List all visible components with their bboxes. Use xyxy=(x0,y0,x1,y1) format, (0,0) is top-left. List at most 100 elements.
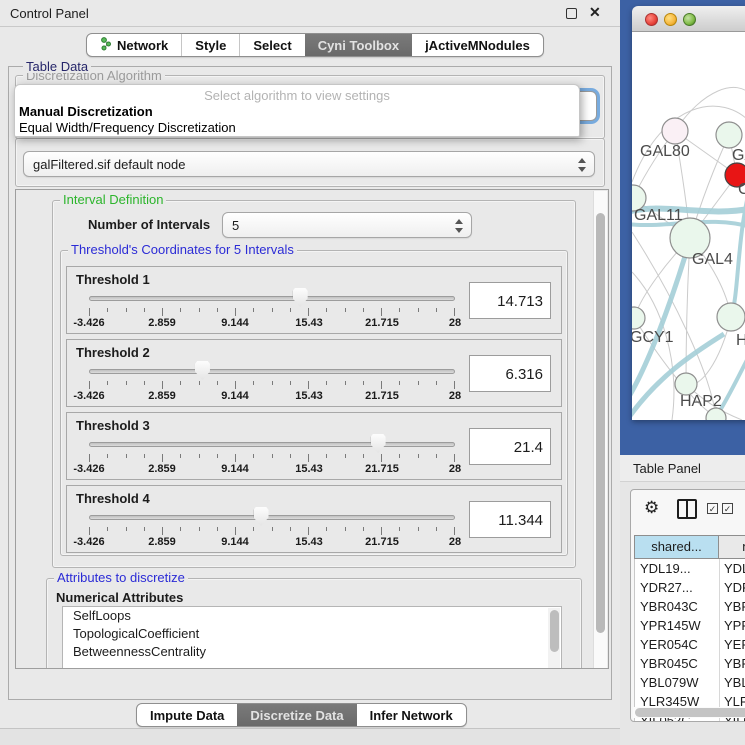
tab-infer-network[interactable]: Infer Network xyxy=(357,704,466,726)
threshold-2-slider-track[interactable] xyxy=(89,369,455,374)
interval-definition-label: Interval Definition xyxy=(60,193,166,206)
node-label-gcy1: GCY1 xyxy=(632,329,674,346)
node-label-partial-h: H xyxy=(736,332,745,349)
table-row[interactable]: YPR145WYPR1 xyxy=(635,616,745,635)
table-row[interactable]: YDR27...YDR2 xyxy=(635,578,745,597)
top-tab-bar: Network Style Select Cyni Toolbox jActiv… xyxy=(86,33,544,57)
tab-jactivemnodules[interactable]: jActiveMNodules xyxy=(412,34,543,56)
threshold-2-label: Threshold 2 xyxy=(76,345,150,360)
table-panel-title: Table Panel xyxy=(633,461,701,476)
control-panel: Control Panel ✕ Network Style Select Cyn… xyxy=(0,0,620,745)
table-data-value: galFiltered.sif default node xyxy=(33,157,185,172)
menu-item-equal-width-frequency[interactable]: Equal Width/Frequency Discretization xyxy=(19,120,236,135)
list-item[interactable]: SelfLoops xyxy=(63,607,561,625)
tab-select-label: Select xyxy=(253,38,291,53)
columns-icon[interactable] xyxy=(677,499,697,519)
threshold-3-label: Threshold 3 xyxy=(76,418,150,433)
close-icon[interactable]: ✕ xyxy=(589,4,601,21)
threshold-1-slider-thumb[interactable] xyxy=(293,288,308,307)
table-data-combobox[interactable]: galFiltered.sif default node xyxy=(23,151,595,177)
threshold-3-ticks xyxy=(89,454,455,462)
node-gal80[interactable] xyxy=(662,118,688,144)
threshold-4-panel: Threshold 4 -3.4262.8599.14415.4321.7152… xyxy=(66,485,562,553)
float-window-icon[interactable] xyxy=(566,8,577,19)
node-gcy1[interactable] xyxy=(632,307,645,329)
node-label-gal11: GAL11 xyxy=(634,207,683,224)
table-row[interactable]: YER054CYER0 xyxy=(635,635,745,654)
threshold-2-slider-thumb[interactable] xyxy=(195,361,210,380)
threshold-4-slider-thumb[interactable] xyxy=(254,507,269,526)
thresholds-group-label: Threshold's Coordinates for 5 Intervals xyxy=(68,243,297,256)
node-label-gal80: GAL80 xyxy=(640,143,690,160)
threshold-4-label: Threshold 4 xyxy=(76,491,150,506)
node-partial-top[interactable] xyxy=(716,122,742,148)
threshold-3-value-field[interactable]: 21.4 xyxy=(469,428,551,465)
tab-discretize-data[interactable]: Discretize Data xyxy=(237,704,356,726)
algorithm-dropdown-popup: Select algorithm to view settings Manual… xyxy=(14,84,580,137)
network-window-titlebar[interactable] xyxy=(632,6,745,32)
table-toolbar: ⚙ ✓ ✓ xyxy=(631,490,745,530)
minimize-traffic-light-icon[interactable] xyxy=(664,13,677,26)
close-traffic-light-icon[interactable] xyxy=(645,13,658,26)
network-view-window[interactable]: GAL80 GA C GAL11 GAL4 GCY1 H HAP2 xyxy=(632,6,745,420)
tab-jactivemnodules-label: jActiveMNodules xyxy=(425,38,530,53)
table-horizontal-scrollbar[interactable] xyxy=(633,707,745,718)
numerical-attributes-list: SelfLoops TopologicalCoefficient Between… xyxy=(62,606,562,669)
column-header-shared-name[interactable]: shared... xyxy=(634,535,719,559)
table-row[interactable]: YBL079WYBL0 xyxy=(635,673,745,692)
threshold-2-ticks xyxy=(89,381,455,389)
tab-cyni-toolbox[interactable]: Cyni Toolbox xyxy=(305,34,412,56)
menu-item-manual-discretization[interactable]: Manual Discretization xyxy=(19,104,153,119)
numerical-attributes-label: Numerical Attributes xyxy=(56,590,183,605)
number-of-intervals-value: 5 xyxy=(232,218,239,233)
settings-vertical-scrollbar[interactable] xyxy=(593,191,607,669)
node-table: shared... na YDL19...YDL1 YDR27...YDR2 Y… xyxy=(634,535,745,722)
tab-impute-data[interactable]: Impute Data xyxy=(137,704,237,726)
tab-network-label: Network xyxy=(117,38,168,53)
node-label-partial-g: GA xyxy=(732,147,745,164)
list-item[interactable]: TopologicalCoefficient xyxy=(63,625,561,643)
list-scrollbar[interactable] xyxy=(548,608,560,669)
cyni-toolbox-panel: Discretization Algorithm Table Data galF… xyxy=(8,66,612,700)
number-of-intervals-label: Number of Intervals xyxy=(88,217,210,232)
tab-style[interactable]: Style xyxy=(181,34,239,56)
stepper-arrows-icon xyxy=(455,218,463,234)
table-row[interactable]: YBR043CYBR0 xyxy=(635,597,745,616)
checkbox-icon[interactable]: ✓ xyxy=(722,503,733,514)
gear-icon[interactable]: ⚙ xyxy=(644,498,659,518)
node-partial-right[interactable] xyxy=(717,303,745,331)
number-of-intervals-combobox[interactable]: 5 xyxy=(222,212,472,238)
node-hap2[interactable] xyxy=(675,373,697,395)
control-panel-title: Control Panel xyxy=(10,6,89,21)
threshold-1-slider-track[interactable] xyxy=(89,296,455,301)
table-row[interactable]: YDL19...YDL1 xyxy=(635,559,745,578)
threshold-1-panel: Threshold 1 -3.4262.8599.14415.4321.7152… xyxy=(66,266,562,334)
stepper-arrows-icon xyxy=(578,157,586,173)
table-header-row: shared... na xyxy=(634,535,745,559)
tab-infer-network-label: Infer Network xyxy=(370,708,453,723)
threshold-1-value-field[interactable]: 14.713 xyxy=(469,282,551,319)
checkbox-icon[interactable]: ✓ xyxy=(707,503,718,514)
tab-select[interactable]: Select xyxy=(239,34,304,56)
scrollbar-thumb[interactable] xyxy=(635,708,745,717)
threshold-2-panel: Threshold 2 -3.4262.8599.14415.4321.7152… xyxy=(66,339,562,407)
tab-cyni-toolbox-label: Cyni Toolbox xyxy=(318,38,399,53)
threshold-4-value-field[interactable]: 11.344 xyxy=(469,501,551,538)
tab-style-label: Style xyxy=(195,38,226,53)
threshold-3-slider-thumb[interactable] xyxy=(371,434,386,453)
column-header-name[interactable]: na xyxy=(719,535,745,559)
list-item[interactable]: BetweennessCentrality xyxy=(63,643,561,661)
control-panel-titlebar: Control Panel ✕ xyxy=(0,0,620,27)
threshold-2-value-field[interactable]: 6.316 xyxy=(469,355,551,392)
attributes-group-label: Attributes to discretize xyxy=(54,571,188,584)
zoom-traffic-light-icon[interactable] xyxy=(683,13,696,26)
network-canvas[interactable]: GAL80 GA C GAL11 GAL4 GCY1 H HAP2 xyxy=(632,32,745,420)
table-row[interactable]: YBR045CYBR0 xyxy=(635,654,745,673)
tab-discretize-data-label: Discretize Data xyxy=(250,708,343,723)
threshold-3-slider-track[interactable] xyxy=(89,442,455,447)
threshold-4-slider-track[interactable] xyxy=(89,515,455,520)
table-browser: ⚙ ✓ ✓ shared... na YDL19...YDL1 YDR27...… xyxy=(630,489,745,722)
scrollbar-thumb[interactable] xyxy=(596,213,605,633)
tab-network[interactable]: Network xyxy=(87,34,181,56)
algorithm-popup-hint: Select algorithm to view settings xyxy=(15,88,579,103)
